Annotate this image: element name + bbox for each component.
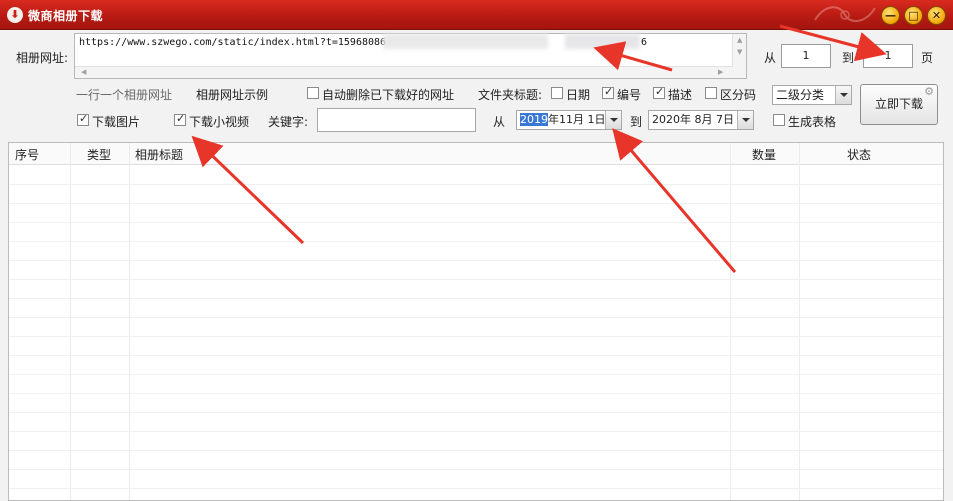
download-images-label[interactable]: 下载图片 bbox=[92, 113, 140, 130]
folder-title-label: 文件夹标题: bbox=[478, 88, 543, 102]
scroll-down-icon[interactable]: ▼ bbox=[737, 48, 742, 56]
chevron-down-icon[interactable] bbox=[737, 111, 753, 129]
column-header-title[interactable]: 相册标题 bbox=[135, 146, 183, 163]
close-button[interactable]: ✕ bbox=[927, 6, 946, 25]
page-to-label: 到 bbox=[842, 51, 855, 65]
redacted-area bbox=[383, 34, 548, 49]
column-header-count[interactable]: 数量 bbox=[752, 146, 776, 163]
download-now-label: 立即下载 bbox=[874, 97, 923, 111]
table-row bbox=[9, 431, 943, 432]
settings-gear-icon: ⚙ bbox=[924, 85, 934, 98]
auto-delete-label[interactable]: 自动删除已下载好的网址 bbox=[322, 86, 454, 103]
folder-date-label[interactable]: 日期 bbox=[566, 86, 590, 103]
scroll-right-icon[interactable]: ▶ bbox=[718, 68, 723, 76]
one-url-per-line-hint: 一行一个相册网址 bbox=[76, 88, 173, 102]
decorative-swirl-icon bbox=[814, 6, 876, 22]
date-from-year: 2019 bbox=[520, 113, 548, 126]
download-now-button[interactable]: 立即下载 ⚙ bbox=[860, 84, 938, 125]
date-to-label: 到 bbox=[630, 115, 643, 129]
title-bar: ⬇ 微商相册下载 — □ ✕ bbox=[0, 0, 953, 30]
column-header-type[interactable]: 类型 bbox=[87, 146, 111, 163]
scroll-left-icon[interactable]: ◀ bbox=[81, 68, 86, 76]
folder-date-checkbox[interactable] bbox=[551, 87, 563, 99]
table-row bbox=[9, 469, 943, 470]
table-row bbox=[9, 412, 943, 413]
table-row bbox=[9, 260, 943, 261]
url-input[interactable]: https://www.szwego.com/static/index.html… bbox=[74, 33, 747, 79]
folder-code-checkbox[interactable] bbox=[705, 87, 717, 99]
maximize-button[interactable]: □ bbox=[904, 6, 923, 25]
date-to-picker[interactable]: 2020年 8月 7日 bbox=[648, 110, 754, 130]
download-app-icon: ⬇ bbox=[7, 7, 23, 23]
minimize-button[interactable]: — bbox=[881, 6, 900, 25]
generate-table-label[interactable]: 生成表格 bbox=[788, 113, 836, 130]
chevron-down-icon[interactable] bbox=[835, 86, 851, 104]
table-row bbox=[9, 298, 943, 299]
table-row bbox=[9, 184, 943, 185]
column-divider bbox=[730, 143, 731, 500]
column-divider bbox=[70, 143, 71, 500]
table-row bbox=[9, 241, 943, 242]
table-row bbox=[9, 450, 943, 451]
url-value: https://www.szwego.com/static/index.html… bbox=[79, 37, 387, 48]
table-header: 序号 类型 相册标题 数量 状态 bbox=[9, 143, 943, 165]
folder-description-label[interactable]: 描述 bbox=[668, 86, 692, 103]
scroll-up-icon[interactable]: ▲ bbox=[737, 36, 742, 44]
date-to-value: 2020年 8月 7日 bbox=[652, 113, 734, 126]
column-header-status[interactable]: 状态 bbox=[847, 146, 871, 163]
generate-table-checkbox[interactable] bbox=[773, 114, 785, 126]
download-videos-label[interactable]: 下载小视频 bbox=[189, 113, 249, 130]
url-horizontal-scrollbar[interactable]: ◀ ▶ bbox=[75, 66, 733, 78]
table-row bbox=[9, 393, 943, 394]
date-from-picker[interactable]: 2019年11月 1日 bbox=[516, 110, 622, 130]
folder-number-label[interactable]: 编号 bbox=[617, 86, 641, 103]
download-videos-checkbox[interactable] bbox=[174, 112, 186, 126]
url-example-link[interactable]: 相册网址示例 bbox=[196, 86, 268, 103]
redacted-area bbox=[565, 34, 640, 49]
page-from-input[interactable]: 1 bbox=[781, 44, 831, 68]
category-select[interactable]: 二级分类 bbox=[772, 85, 852, 105]
url-vertical-scrollbar[interactable]: ▲ ▼ bbox=[732, 34, 746, 78]
column-divider bbox=[799, 143, 800, 500]
column-divider bbox=[129, 143, 130, 500]
table-row bbox=[9, 222, 943, 223]
table-row bbox=[9, 203, 943, 204]
url-value-tail: 6 bbox=[641, 37, 648, 48]
table-row bbox=[9, 355, 943, 356]
album-list-table[interactable]: 序号 类型 相册标题 数量 状态 bbox=[8, 142, 944, 501]
table-row bbox=[9, 336, 943, 337]
date-from-rest: 年11月 1日 bbox=[548, 113, 606, 126]
url-label: 相册网址: bbox=[16, 51, 69, 65]
table-row bbox=[9, 374, 943, 375]
main-panel: 相册网址: https://www.szwego.com/static/inde… bbox=[0, 30, 953, 501]
table-row bbox=[9, 317, 943, 318]
page-from-label: 从 bbox=[764, 51, 777, 65]
keyword-input[interactable] bbox=[317, 108, 476, 132]
folder-description-checkbox[interactable] bbox=[653, 85, 665, 99]
keyword-label: 关键字: bbox=[268, 115, 309, 129]
category-select-value: 二级分类 bbox=[776, 88, 825, 102]
date-from-label: 从 bbox=[493, 115, 506, 129]
window-title: 微商相册下载 bbox=[28, 9, 104, 23]
page-unit-label: 页 bbox=[921, 51, 934, 65]
page-to-input[interactable]: 1 bbox=[863, 44, 913, 68]
auto-delete-checkbox[interactable] bbox=[307, 87, 319, 99]
folder-code-label[interactable]: 区分码 bbox=[720, 86, 756, 103]
column-header-index[interactable]: 序号 bbox=[15, 146, 39, 163]
folder-number-checkbox[interactable] bbox=[602, 85, 614, 99]
download-images-checkbox[interactable] bbox=[77, 112, 89, 126]
table-row bbox=[9, 279, 943, 280]
table-row bbox=[9, 488, 943, 489]
chevron-down-icon[interactable] bbox=[605, 111, 621, 129]
